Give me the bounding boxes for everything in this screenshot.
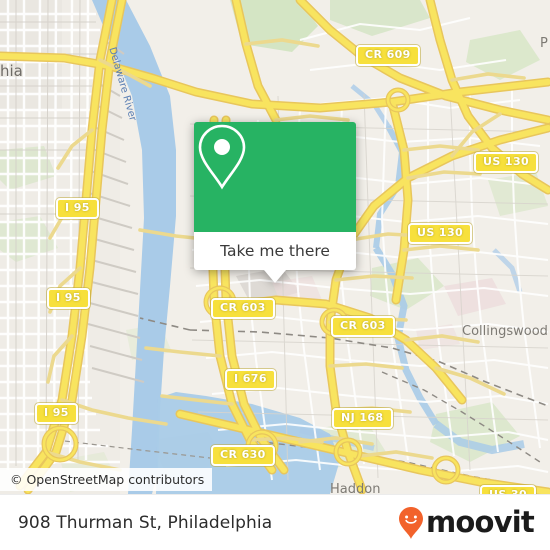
location-popup-card[interactable]: Take me there [194,122,356,283]
highway-shield-cr-609[interactable]: CR 609 [356,45,420,66]
highway-shield-us-130-south[interactable]: US 130 [408,223,473,244]
map-canvas[interactable]: Delaware River hia Collingswood Haddon P… [0,0,550,494]
address-label: 908 Thurman St, Philadelphia [18,512,273,533]
highway-shield-us-30[interactable]: US 30 [480,485,536,494]
map-screenshot: Delaware River hia Collingswood Haddon P… [0,0,550,550]
footer-bar: 908 Thurman St, Philadelphia moovit [0,494,550,550]
popup-pointer [264,270,286,283]
take-me-there-label: Take me there [220,242,330,260]
take-me-there-button[interactable]: Take me there [194,232,356,270]
osm-attribution[interactable]: © OpenStreetMap contributors [0,468,213,491]
moovit-pin-icon [399,506,424,539]
moovit-logo[interactable]: moovit [398,505,535,540]
highway-shield-i-95-north[interactable]: I 95 [56,198,99,219]
highway-shield-i-95-south[interactable]: I 95 [35,403,78,424]
map-pin-icon [198,124,246,190]
moovit-wordmark: moovit [426,505,535,539]
highway-shield-cr-603-east[interactable]: CR 603 [331,316,395,337]
highway-shield-cr-630[interactable]: CR 630 [211,445,275,466]
highway-shield-us-130-north[interactable]: US 130 [474,152,539,173]
popup-header [194,122,356,232]
highway-shield-i-676[interactable]: I 676 [225,369,276,390]
highway-shield-i-95-mid[interactable]: I 95 [47,288,90,309]
highway-shield-nj-168[interactable]: NJ 168 [332,408,393,429]
highway-shield-cr-603-west[interactable]: CR 603 [211,298,275,319]
